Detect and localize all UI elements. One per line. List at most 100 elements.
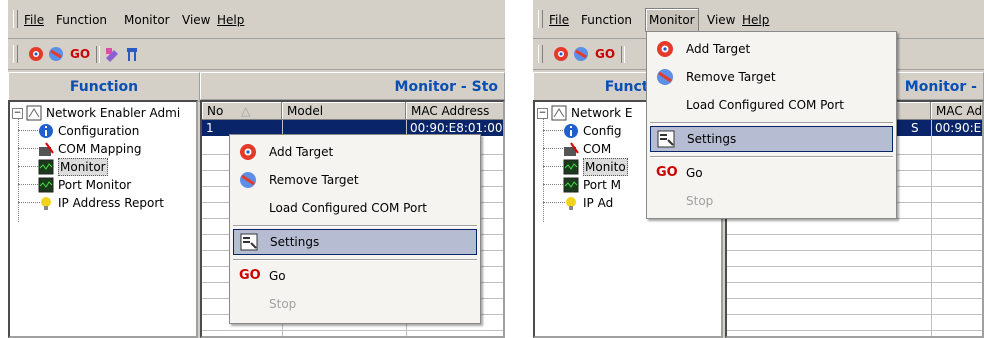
cell-no: 1	[206, 121, 214, 135]
cell-mac: 00:90:E	[935, 121, 982, 135]
tree-label: Port M	[583, 178, 621, 192]
menu-stop[interactable]: Stop	[650, 188, 893, 214]
menu-go[interactable]: GO Go	[650, 160, 893, 186]
lightbulb-icon	[563, 195, 579, 211]
port-monitor-icon	[38, 177, 54, 193]
tree-label: COM Mapping	[58, 142, 142, 156]
menu-label: Load Configured COM Port	[686, 98, 844, 112]
add-target-icon[interactable]	[28, 46, 44, 62]
toolbar-grip	[13, 45, 18, 63]
add-target-icon	[656, 40, 674, 58]
tree-label: Port Monitor	[58, 178, 132, 192]
column-header-mac[interactable]: MAC Address	[406, 102, 503, 120]
toolbar-separator	[621, 46, 625, 63]
com-mapping-icon	[38, 141, 54, 157]
menu-function[interactable]: Function	[54, 12, 109, 28]
monitor-icon	[563, 159, 579, 175]
menu-monitor[interactable]: Monitor	[645, 8, 699, 32]
menu-label: Add Target	[686, 42, 751, 56]
menu-separator	[233, 225, 477, 227]
menu-go[interactable]: GO Go	[233, 263, 477, 289]
remove-target-icon	[239, 171, 257, 189]
port-monitor-icon	[563, 177, 579, 193]
exit-icon[interactable]	[124, 46, 140, 62]
menu-view[interactable]: View	[180, 12, 212, 28]
menu-add-target[interactable]: Add Target	[650, 36, 893, 62]
go-icon[interactable]: GO	[70, 46, 90, 62]
function-tree: − Network Enabler Admi Configuration COM…	[8, 100, 198, 338]
menu-label: Stop	[269, 297, 297, 311]
menu-help[interactable]: Help	[215, 12, 246, 28]
tree-label: Monito	[583, 158, 628, 176]
menu-label: Go	[686, 166, 703, 180]
com-mapping-icon	[563, 141, 579, 157]
go-icon[interactable]: GO	[595, 46, 615, 62]
collapse-icon[interactable]: −	[537, 108, 548, 119]
tree-label: IP Address Report	[58, 196, 164, 210]
tree-label: Network E	[571, 106, 633, 120]
menu-remove-target[interactable]: Remove Target	[233, 167, 477, 193]
toolbar: GO	[8, 39, 505, 70]
tree-label: IP Ad	[583, 196, 614, 210]
menubar-grip	[538, 10, 543, 28]
settings-icon	[240, 233, 258, 251]
info-icon	[563, 123, 579, 139]
column-header-no[interactable]: No △	[202, 102, 282, 120]
menu-add-target[interactable]: Add Target	[233, 139, 477, 165]
menu-label: Go	[269, 269, 286, 283]
go-icon: GO	[239, 268, 261, 283]
tree-label: Monitor	[58, 158, 108, 176]
menu-load-configured-com-port[interactable]: Load Configured COM Port	[650, 92, 893, 118]
go-icon: GO	[656, 165, 678, 180]
monitor-dropdown-menu: Add Target Remove Target Load Configured…	[646, 31, 897, 219]
settings-icon[interactable]	[104, 46, 120, 62]
remove-target-icon[interactable]	[48, 46, 64, 62]
add-target-icon	[239, 143, 257, 161]
menu-function[interactable]: Function	[579, 12, 634, 28]
lightbulb-icon	[38, 195, 54, 211]
network-enabler-icon	[551, 105, 567, 121]
info-icon	[38, 123, 54, 139]
menubar-grip	[13, 10, 18, 28]
right-window: File Function Monitor View Help GO Funct…	[533, 0, 984, 338]
menu-separator	[233, 259, 477, 261]
remove-target-icon[interactable]	[573, 46, 589, 62]
menu-label: Remove Target	[269, 173, 359, 187]
column-header-mac[interactable]: MAC Ad	[931, 102, 982, 120]
menu-file[interactable]: File	[22, 12, 46, 28]
tree-label: COM	[583, 142, 612, 156]
toolbar-separator	[96, 46, 100, 63]
tree-label: Config	[583, 124, 622, 138]
tree-label: Configuration	[58, 124, 140, 138]
menu-label: Remove Target	[686, 70, 776, 84]
collapse-icon[interactable]: −	[12, 108, 23, 119]
menu-stop[interactable]: Stop	[233, 291, 477, 317]
context-menu: Add Target Remove Target Load Configured…	[229, 134, 481, 324]
menu-monitor[interactable]: Monitor	[122, 12, 172, 28]
left-window: File Function Monitor View Help GO Funct…	[8, 0, 505, 338]
remove-target-icon	[656, 68, 674, 86]
menu-settings[interactable]: Settings	[233, 229, 477, 255]
menu-label: Settings	[270, 235, 320, 249]
menu-label: Stop	[686, 194, 714, 208]
toolbar-grip	[538, 45, 543, 63]
cell-model: S	[911, 121, 919, 135]
network-enabler-icon	[26, 105, 42, 121]
settings-icon	[657, 130, 675, 148]
menu-view[interactable]: View	[705, 12, 737, 28]
add-target-icon[interactable]	[553, 46, 569, 62]
menu-bar: File Function Monitor View Help	[8, 0, 505, 39]
function-header: Function	[8, 72, 200, 102]
menu-help[interactable]: Help	[740, 12, 771, 28]
menu-file[interactable]: File	[547, 12, 571, 28]
menu-separator	[650, 156, 893, 158]
menu-load-configured-com-port[interactable]: Load Configured COM Port	[233, 195, 477, 221]
menu-label: Settings	[687, 132, 737, 146]
menu-label: Load Configured COM Port	[269, 201, 427, 215]
column-header-model[interactable]: Model	[282, 102, 406, 120]
menu-settings[interactable]: Settings	[650, 126, 893, 152]
menu-separator	[650, 122, 893, 124]
tree-label: Network Enabler Admi	[46, 106, 181, 120]
menu-remove-target[interactable]: Remove Target	[650, 64, 893, 90]
monitor-header: Monitor - Sto	[200, 72, 505, 100]
